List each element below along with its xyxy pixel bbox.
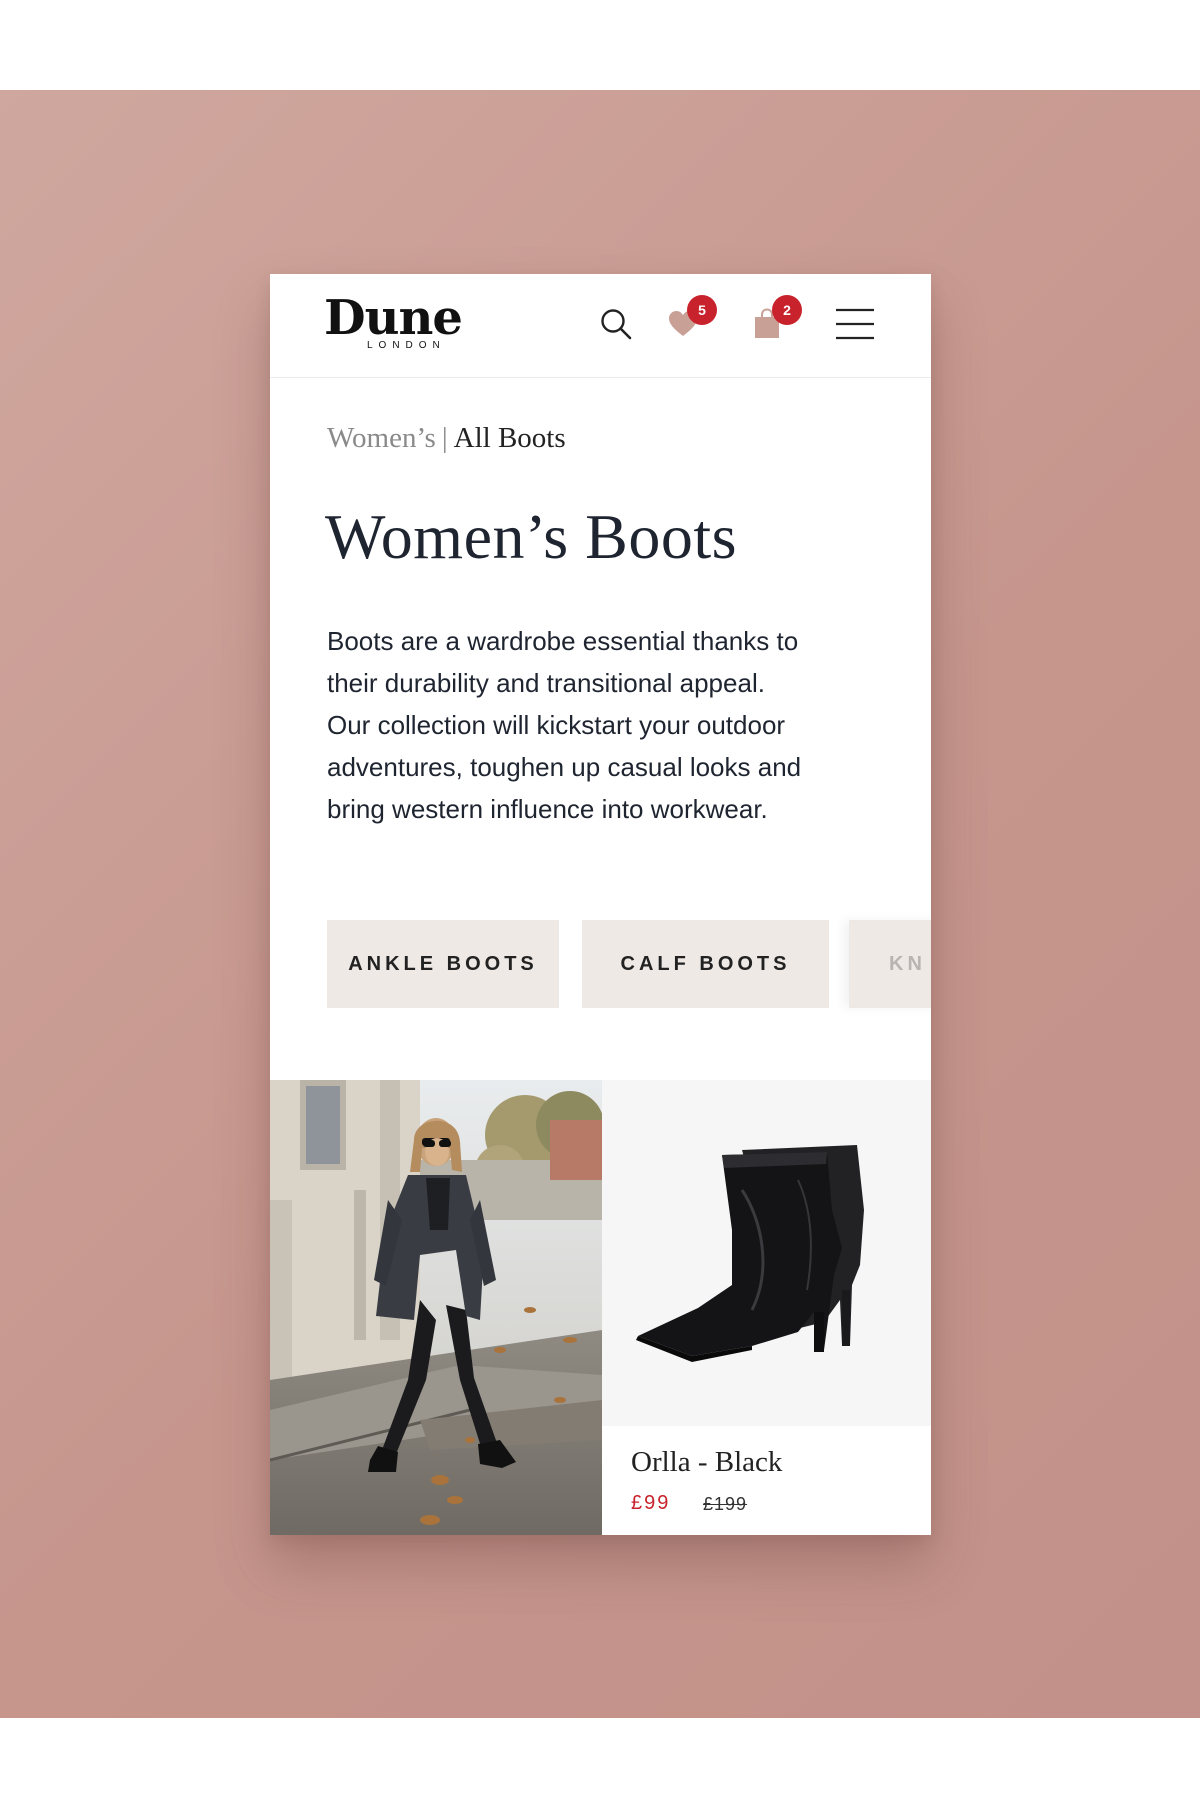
ankle-boot-image <box>636 1145 864 1362</box>
lifestyle-photo[interactable] <box>270 1080 602 1535</box>
menu-button[interactable] <box>833 304 877 344</box>
wishlist-count-badge: 5 <box>687 295 717 325</box>
product-sale-price: £99 <box>631 1492 671 1514</box>
dune-logo[interactable]: Dune LONDON <box>324 294 506 351</box>
product-image[interactable] <box>602 1080 931 1426</box>
bag-count-badge: 2 <box>772 295 802 325</box>
breadcrumb-separator: | <box>441 422 448 454</box>
product-original-price: £199 <box>703 1494 748 1514</box>
logo-wordmark: Dune <box>324 290 463 346</box>
product-name[interactable]: Orlla - Black <box>631 1446 782 1479</box>
woman-walking-image <box>270 1080 602 1535</box>
mobile-screen: Dune LONDON 5 2 Women’s | All Boots Wome… <box>270 274 931 1535</box>
chip-ankle-boots[interactable]: ANKLE BOOTS <box>327 920 559 1008</box>
hamburger-menu-icon <box>836 308 874 340</box>
site-header: Dune LONDON 5 2 <box>270 274 931 378</box>
breadcrumb-current: All Boots <box>453 422 566 454</box>
chip-calf-boots[interactable]: CALF BOOTS <box>582 920 829 1008</box>
search-icon <box>601 309 632 340</box>
breadcrumb-womens-link[interactable]: Women’s <box>327 422 436 454</box>
logo-subtitle: LONDON <box>367 340 446 351</box>
page-title: Women’s Boots <box>325 501 738 572</box>
chip-knee-boots[interactable]: KN <box>849 920 931 1008</box>
category-intro: Boots are a wardrobe essential thanks to… <box>327 626 802 824</box>
breadcrumb: Women’s | All Boots <box>327 422 566 455</box>
product-card[interactable]: Orlla - Black £99 £199 <box>602 1080 931 1535</box>
category-chips: ANKLE BOOTS CALF BOOTS KN <box>327 920 931 1008</box>
search-button[interactable] <box>596 304 636 344</box>
